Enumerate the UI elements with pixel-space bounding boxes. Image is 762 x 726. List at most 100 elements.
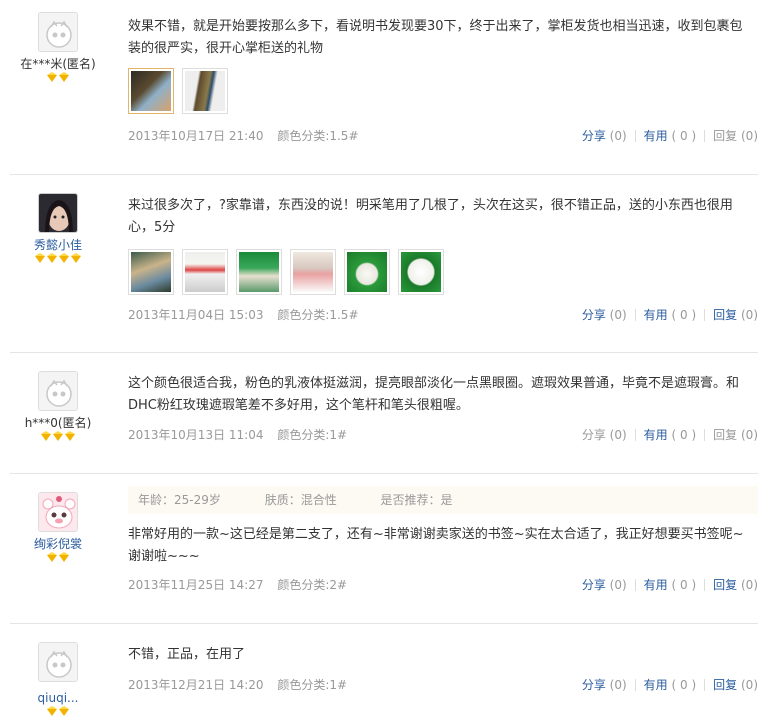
diamond-icon xyxy=(59,706,69,716)
review-content: 这个颜色很适合我，粉色的乳液体挺滋润，提亮眼部淡化一点黑眼圈。遮瑕效果普通，毕竟… xyxy=(128,373,758,417)
review-date: 2013年11月25日 14:27 xyxy=(128,578,264,592)
review-meta: 2013年10月17日 21:40 颜色分类:1.5# 分享 (0) 有用 ( 0… xyxy=(128,128,758,144)
useful-button[interactable]: 有用 ( 0 ) xyxy=(644,577,696,593)
review-item: 在***米(匿名) 效果不错，就是开始要按那么多下，看说明书发现要30下，终于出… xyxy=(10,0,758,175)
reply-button[interactable]: 回复 (0) xyxy=(713,427,758,443)
profile-age: 年龄：25-29岁 xyxy=(138,493,221,507)
review-spec: 颜色分类:1# xyxy=(277,678,348,692)
review-item: qiuqi... 不错，正品，在用了 2013年12月21日 14:20 颜色分… xyxy=(10,624,758,726)
divider xyxy=(704,429,706,441)
review-item: 秀懿小佳 来过很多次了，?家靠谱，东西没的说！明采笔用了几根了，头次在这买，很不… xyxy=(10,175,758,353)
review-spec: 颜色分类:1.5# xyxy=(277,308,359,322)
share-button[interactable]: 分享 (0) xyxy=(582,577,627,593)
review-text: 效果不错，就是开始要按那么多下，看说明书发现要30下，终于出来了，掌柜发货也相当… xyxy=(128,19,743,56)
reviewer-info: qiuqi... xyxy=(10,642,106,719)
review-photo-thumb[interactable] xyxy=(290,249,336,295)
share-button[interactable]: 分享 (0) xyxy=(582,677,627,693)
divider xyxy=(704,130,706,142)
review-photo-thumb[interactable] xyxy=(236,249,282,295)
reply-button[interactable]: 回复 (0) xyxy=(713,128,758,144)
review-actions: 分享 (0) 有用 ( 0 ) 回复 (0) xyxy=(582,677,758,693)
diamond-icon xyxy=(41,431,51,441)
reviewer-name[interactable]: 绚彩倪裳 xyxy=(10,536,106,552)
review-actions: 分享 (0) 有用 ( 0 ) 回复 (0) xyxy=(582,307,758,323)
reviewer-info: 在***米(匿名) xyxy=(10,12,106,85)
review-spec: 颜色分类:2# xyxy=(277,578,348,592)
review-date: 2013年10月13日 11:04 xyxy=(128,428,264,442)
divider xyxy=(704,679,706,691)
review-spec: 颜色分类:1.5# xyxy=(277,129,359,143)
review-meta: 2013年11月25日 14:27 颜色分类:2# 分享 (0) 有用 ( 0 )… xyxy=(128,577,758,593)
review-photo-thumb[interactable] xyxy=(128,249,174,295)
review-actions: 分享 (0) 有用 ( 0 ) 回复 (0) xyxy=(582,128,758,144)
review-content: 效果不错，就是开始要按那么多下，看说明书发现要30下，终于出来了，掌柜发货也相当… xyxy=(128,16,758,114)
cartoon-avatar[interactable] xyxy=(38,492,78,532)
share-button[interactable]: 分享 (0) xyxy=(582,307,627,323)
diamond-icon xyxy=(47,706,57,716)
review-photos xyxy=(128,249,758,295)
profile-skin: 肤质：混合性 xyxy=(264,493,337,507)
reply-button[interactable]: 回复 (0) xyxy=(713,307,758,323)
review-actions: 分享 (0) 有用 ( 0 ) 回复 (0) xyxy=(582,427,758,443)
divider xyxy=(634,309,636,321)
share-button[interactable]: 分享 (0) xyxy=(582,128,627,144)
reviewer-info: 绚彩倪裳 xyxy=(10,492,106,565)
review-photo-thumb[interactable] xyxy=(128,68,174,114)
reviewer-rank xyxy=(10,253,106,266)
default-avatar-icon[interactable] xyxy=(38,371,78,411)
review-actions: 分享 (0) 有用 ( 0 ) 回复 (0) xyxy=(582,577,758,593)
review-photo-thumb[interactable] xyxy=(182,68,228,114)
review-text: 这个颜色很适合我，粉色的乳液体挺滋润，提亮眼部淡化一点黑眼圈。遮瑕效果普通，毕竟… xyxy=(128,376,740,413)
review-photo-thumb[interactable] xyxy=(344,249,390,295)
review-item: 绚彩倪裳 年龄：25-29岁 肤质：混合性 是否推荐：是 非常好用的一款~这已经… xyxy=(10,474,758,624)
review-item: h***0(匿名) 这个颜色很适合我，粉色的乳液体挺滋润，提亮眼部淡化一点黑眼圈… xyxy=(10,353,758,474)
review-date: 2013年12月21日 14:20 xyxy=(128,678,264,692)
reply-button[interactable]: 回复 (0) xyxy=(713,577,758,593)
diamond-icon xyxy=(47,72,57,82)
review-text: 非常好用的一款~这已经是第二支了，还有~非常谢谢卖家送的书签~实在太合适了，我正… xyxy=(128,527,744,564)
diamond-icon xyxy=(71,253,81,263)
reply-button[interactable]: 回复 (0) xyxy=(713,677,758,693)
diamond-icon xyxy=(59,72,69,82)
useful-button[interactable]: 有用 ( 0 ) xyxy=(644,307,696,323)
useful-button[interactable]: 有用 ( 0 ) xyxy=(644,427,696,443)
useful-button[interactable]: 有用 ( 0 ) xyxy=(644,677,696,693)
review-content: 不错，正品，在用了 xyxy=(128,644,758,666)
reviewer-rank xyxy=(10,72,106,85)
diamond-icon xyxy=(59,253,69,263)
reviewer-name[interactable]: qiuqi... xyxy=(10,690,106,706)
reviewer-name[interactable]: 秀懿小佳 xyxy=(10,237,106,253)
review-text: 不错，正品，在用了 xyxy=(128,647,246,662)
review-meta: 2013年10月13日 11:04 颜色分类:1# 分享 (0) 有用 ( 0 )… xyxy=(128,427,758,443)
reviewer-profile: 年龄：25-29岁 肤质：混合性 是否推荐：是 xyxy=(128,486,758,514)
diamond-icon xyxy=(59,552,69,562)
user-photo-avatar[interactable] xyxy=(38,193,78,233)
reviewer-rank xyxy=(10,552,106,565)
default-avatar-icon[interactable] xyxy=(38,12,78,52)
review-spec: 颜色分类:1# xyxy=(277,428,348,442)
useful-button[interactable]: 有用 ( 0 ) xyxy=(644,128,696,144)
reviewer-name: h***0(匿名) xyxy=(24,416,92,430)
review-photo-thumb[interactable] xyxy=(182,249,228,295)
reviewer-info: h***0(匿名) xyxy=(10,371,106,444)
review-meta: 2013年12月21日 14:20 颜色分类:1# 分享 (0) 有用 ( 0 )… xyxy=(128,677,758,693)
reviewer-name: 在***米(匿名) xyxy=(20,57,96,71)
reviewer-info: 秀懿小佳 xyxy=(10,193,106,266)
divider xyxy=(704,579,706,591)
default-avatar-icon[interactable] xyxy=(38,642,78,682)
divider xyxy=(634,579,636,591)
diamond-icon xyxy=(53,431,63,441)
diamond-icon xyxy=(65,431,75,441)
review-photo-thumb[interactable] xyxy=(398,249,444,295)
divider xyxy=(704,309,706,321)
profile-recommend: 是否推荐：是 xyxy=(380,493,453,507)
reviewer-rank xyxy=(10,706,106,719)
review-date: 2013年11月04日 15:03 xyxy=(128,308,264,322)
share-button[interactable]: 分享 (0) xyxy=(582,427,627,443)
review-photos xyxy=(128,68,758,114)
diamond-icon xyxy=(47,253,57,263)
divider xyxy=(634,679,636,691)
review-content: 年龄：25-29岁 肤质：混合性 是否推荐：是 非常好用的一款~这已经是第二支了… xyxy=(128,486,758,568)
review-meta: 2013年11月04日 15:03 颜色分类:1.5# 分享 (0) 有用 ( 0… xyxy=(128,307,758,323)
review-content: 来过很多次了，?家靠谱，东西没的说！明采笔用了几根了，头次在这买，很不错正品，送… xyxy=(128,195,758,295)
